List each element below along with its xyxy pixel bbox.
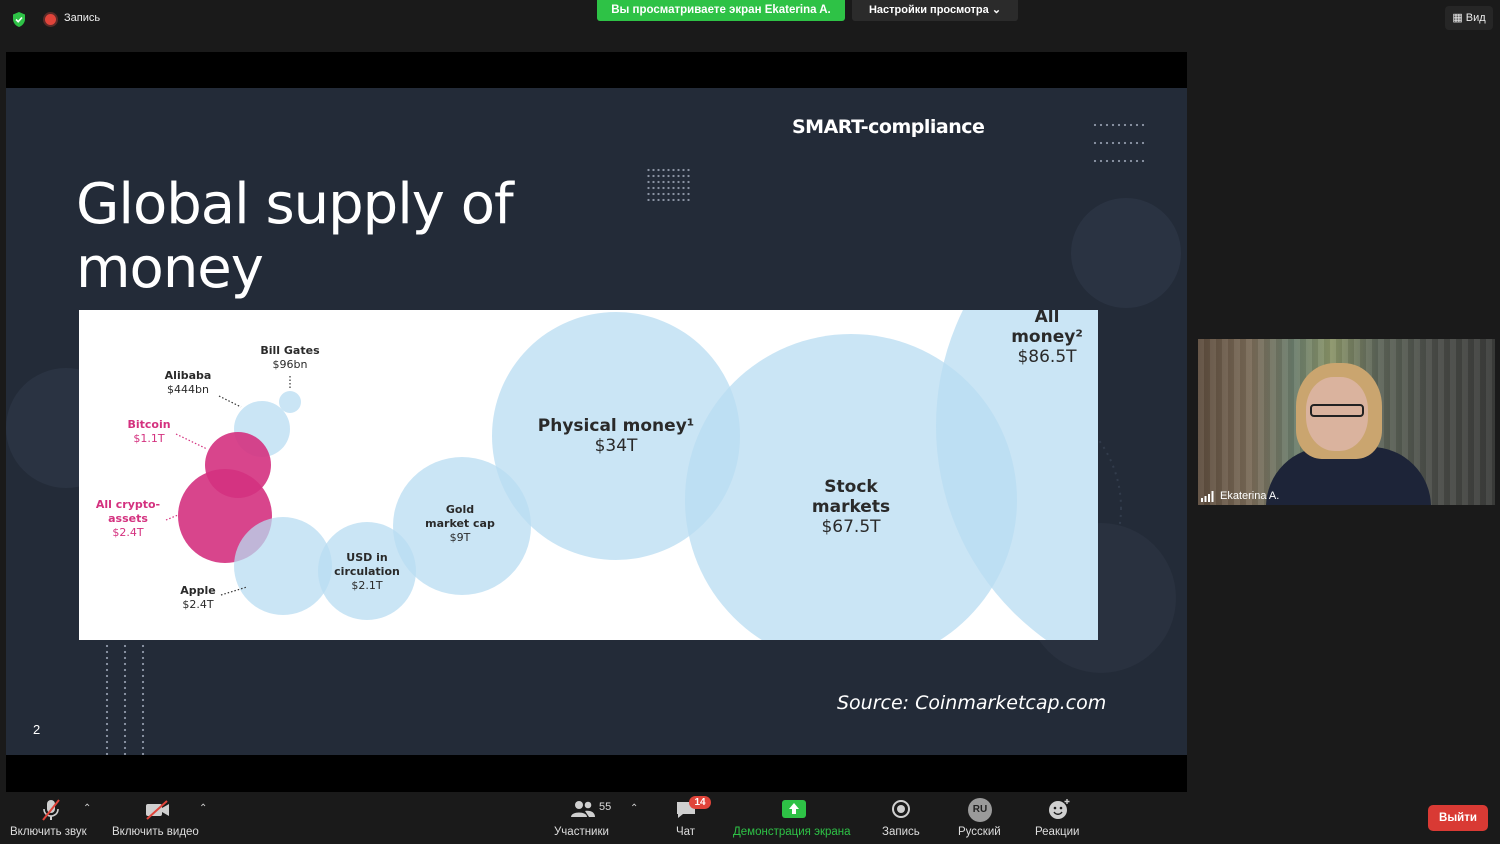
chevron-down-icon: ⌄ <box>991 4 1002 16</box>
bubble-name-line: Gold <box>446 503 474 516</box>
view-button[interactable]: ▦ Вид <box>1445 6 1493 30</box>
source-note: Source: Coinmarketcap.com <box>837 692 1107 714</box>
bubble-value-bill-gates: $96bn <box>273 358 308 371</box>
participants-options-caret[interactable]: ⌃ <box>630 803 638 814</box>
recording-label: Запись <box>64 12 101 24</box>
bubble-label-bitcoin: Bitcoin $1.1T <box>127 418 170 445</box>
chat-unread-badge: 14 <box>689 796 711 809</box>
bubble-name-line: assets <box>108 512 148 525</box>
bubble-value-alibaba: $444bn <box>167 383 209 396</box>
participants-button[interactable]: Участники <box>554 826 609 838</box>
bubble-value-all-money: $86.5T <box>1017 347 1077 367</box>
share-screen-button[interactable]: Демонстрация экрана <box>733 826 851 838</box>
bubble-name-line: market cap <box>425 517 495 530</box>
bubble-name-line: USD in <box>346 551 387 564</box>
dot-grid-decoration <box>98 643 158 755</box>
signal-strength-icon <box>1201 491 1214 502</box>
bubble-label-all-crypto-assets: All crypto-assets $2.4T <box>96 498 160 539</box>
dot-grid-decoration <box>1092 116 1148 176</box>
view-settings-dropdown[interactable]: Настройки просмотра ⌄ <box>852 0 1018 21</box>
bubble-name-line: circulation <box>334 565 400 578</box>
bubble-value-bitcoin: $1.1T <box>133 432 164 445</box>
unmute-button[interactable]: Включить звук <box>10 826 87 838</box>
participant-video-tile[interactable] <box>1198 339 1495 505</box>
bubble-name-line: Physical money¹ <box>538 416 694 436</box>
start-video-button[interactable]: Включить видео <box>112 826 199 838</box>
language-button[interactable]: Русский <box>958 826 1001 838</box>
audio-options-caret[interactable]: ⌃ <box>83 803 91 814</box>
bubble-name-line: Alibaba <box>165 369 212 382</box>
bubble-value-all-crypto-assets: $2.4T <box>112 526 143 539</box>
security-shield-icon[interactable] <box>11 11 27 28</box>
bubble-name-line: Stock <box>824 477 878 497</box>
view-button-label: Вид <box>1465 12 1486 24</box>
bubble-name-line: Apple <box>180 584 216 597</box>
language-icon[interactable]: RU <box>968 798 992 822</box>
leader-line-all-crypto-assets <box>165 514 179 521</box>
leader-line-alibaba <box>218 395 242 408</box>
bubble-name-line: All <box>1035 310 1060 327</box>
recording-indicator-icon <box>45 14 56 25</box>
bubble-name-line: Bitcoin <box>127 418 170 431</box>
reactions-button[interactable]: Реакции <box>1035 826 1079 838</box>
brand-logo-text: SMART-compliance <box>792 116 985 138</box>
grid-icon: ▦ <box>1452 12 1463 24</box>
video-off-icon[interactable] <box>145 800 171 820</box>
bubble-name-line: markets <box>812 497 890 517</box>
participant-name: Ekaterina A. <box>1220 490 1280 502</box>
dot-grid-decoration <box>646 167 692 201</box>
leader-line-bitcoin <box>175 433 208 450</box>
record-button[interactable]: Запись <box>882 826 920 838</box>
bubble-chart-svg: Bill Gates $96bn Alibaba $444bn Bitcoin $1.1T… <box>96 310 1098 640</box>
bubble-label-apple: Apple $2.4T <box>180 584 216 611</box>
bubble-apple <box>234 517 332 615</box>
bubble-label-bill-gates: Bill Gates $96bn <box>260 344 320 371</box>
screen-share-banner: Вы просматриваете экран Ekaterina A. <box>597 0 845 21</box>
view-settings-label: Настройки просмотра <box>868 4 989 16</box>
bubble-name-line: Bill Gates <box>260 344 320 357</box>
slide-title: Global supply of money <box>76 172 514 301</box>
bubble-bill-gates <box>279 391 301 413</box>
participants-count: 55 <box>599 801 612 813</box>
reactions-icon[interactable] <box>1047 798 1071 820</box>
video-options-caret[interactable]: ⌃ <box>199 803 207 814</box>
leave-meeting-button[interactable]: Выйти <box>1428 805 1488 831</box>
participant-glasses <box>1310 404 1364 417</box>
bubble-name-line: money² <box>1011 327 1083 347</box>
bubble-value-stock-markets: $67.5T <box>821 517 881 537</box>
bubble-value-usd-in-circulation: $2.1T <box>351 579 382 592</box>
presentation-slide: SMART-compliance Global supply of money … <box>6 88 1187 755</box>
bubble-chart: Bill Gates $96bn Alibaba $444bn Bitcoin $1.1T… <box>79 310 1098 640</box>
bubble-value-gold-market-cap: $9T <box>450 531 471 544</box>
bubble-label-alibaba: Alibaba $444bn <box>165 369 212 396</box>
bubble-name-line: All crypto- <box>96 498 160 511</box>
arrow-up-icon <box>789 803 799 814</box>
microphone-muted-icon[interactable] <box>40 798 62 822</box>
participants-icon[interactable] <box>570 800 596 818</box>
chat-button[interactable]: Чат <box>676 826 695 838</box>
bubble-value-apple: $2.4T <box>182 598 213 611</box>
slide-page-number: 2 <box>33 722 41 737</box>
share-screen-icon[interactable] <box>782 800 806 818</box>
bubble-value-physical-money: $34T <box>595 436 638 456</box>
record-icon[interactable] <box>892 800 910 818</box>
